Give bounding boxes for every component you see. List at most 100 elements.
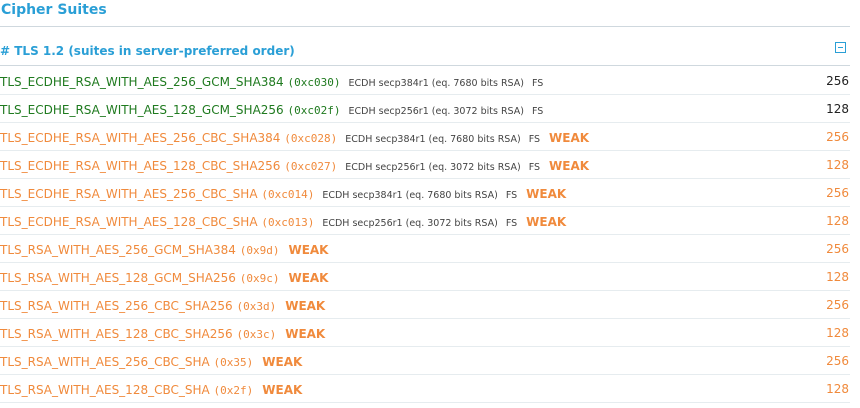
cipher-suite-row: TLS_ECDHE_RSA_WITH_AES_256_CBC_SHA384 (0… xyxy=(0,123,850,151)
cipher-suite-name: TLS_RSA_WITH_AES_128_CBC_SHA256 (0x3c) xyxy=(0,327,276,341)
cipher-strength-value: 128 xyxy=(826,102,849,116)
cipher-suite-row: TLS_RSA_WITH_AES_256_CBC_SHA (0x35) WEAK 2… xyxy=(0,347,850,375)
cipher-suite-info: TLS_RSA_WITH_AES_128_CBC_SHA (0x2f) WEAK xyxy=(0,381,302,399)
tls-version-label: # TLS 1.2 (suites in server-preferred or… xyxy=(0,44,295,58)
weak-badge: WEAK xyxy=(285,299,326,313)
cipher-suite-name: TLS_ECDHE_RSA_WITH_AES_256_CBC_SHA (0xc0… xyxy=(0,187,314,201)
weak-badge: WEAK xyxy=(288,243,329,257)
suite-name-text: TLS_RSA_WITH_AES_128_CBC_SHA xyxy=(0,383,210,397)
suite-hex-code: (0xc027) xyxy=(284,160,338,173)
forward-secrecy-label: FS xyxy=(505,190,518,201)
cipher-suite-row: TLS_ECDHE_RSA_WITH_AES_128_CBC_SHA256 (0… xyxy=(0,151,850,179)
ecdh-info: ECDH secp256r1 (eq. 3072 bits RSA) xyxy=(322,218,498,229)
cipher-suite-name: TLS_ECDHE_RSA_WITH_AES_128_CBC_SHA256 (0… xyxy=(0,159,337,173)
forward-secrecy-label: FS xyxy=(505,218,518,229)
cipher-suite-name: TLS_ECDHE_RSA_WITH_AES_128_CBC_SHA (0xc0… xyxy=(0,215,314,229)
weak-badge: WEAK xyxy=(262,383,303,397)
cipher-strength-value: 256 xyxy=(826,186,849,200)
suite-hex-code: (0xc014) xyxy=(261,188,315,201)
cipher-strength-value: 128 xyxy=(826,382,849,396)
cipher-suite-info: TLS_RSA_WITH_AES_128_CBC_SHA256 (0x3c) WE… xyxy=(0,325,325,343)
suite-name-text: TLS_RSA_WITH_AES_128_CBC_SHA256 xyxy=(0,327,233,341)
suite-hex-code: (0x35) xyxy=(213,356,254,369)
suite-name-text: TLS_ECDHE_RSA_WITH_AES_256_GCM_SHA384 xyxy=(0,75,284,89)
suite-name-text: TLS_ECDHE_RSA_WITH_AES_128_CBC_SHA xyxy=(0,215,258,229)
suite-hex-code: (0x9d) xyxy=(239,244,280,257)
cipher-strength-value: 256 xyxy=(826,74,849,88)
suite-name-text: TLS_ECDHE_RSA_WITH_AES_256_CBC_SHA384 xyxy=(0,131,281,145)
cipher-suite-info: TLS_RSA_WITH_AES_128_GCM_SHA256 (0x9c) WE… xyxy=(0,269,328,287)
cipher-suite-name: TLS_ECDHE_RSA_WITH_AES_256_CBC_SHA384 (0… xyxy=(0,131,337,145)
cipher-suite-row: TLS_RSA_WITH_AES_256_CBC_SHA256 (0x3d) WE… xyxy=(0,291,850,319)
section-title: Cipher Suites xyxy=(1,2,107,18)
cipher-suite-name: TLS_ECDHE_RSA_WITH_AES_256_GCM_SHA384 (0… xyxy=(0,75,341,89)
cipher-suite-name: TLS_RSA_WITH_AES_128_GCM_SHA256 (0x9c) xyxy=(0,271,279,285)
suite-name-text: TLS_ECDHE_RSA_WITH_AES_256_CBC_SHA xyxy=(0,187,258,201)
suite-hex-code: (0xc02f) xyxy=(287,104,341,117)
cipher-suite-row: TLS_RSA_WITH_AES_256_GCM_SHA384 (0x9d) WE… xyxy=(0,235,850,263)
cipher-suite-name: TLS_ECDHE_RSA_WITH_AES_128_GCM_SHA256 (0… xyxy=(0,103,341,117)
cipher-strength-value: 256 xyxy=(826,242,849,256)
cipher-suite-info: TLS_RSA_WITH_AES_256_CBC_SHA256 (0x3d) WE… xyxy=(0,297,325,315)
cipher-strength-value: 128 xyxy=(826,326,849,340)
cipher-suite-info: TLS_ECDHE_RSA_WITH_AES_128_CBC_SHA (0xc0… xyxy=(0,213,566,232)
cipher-strength-value: 128 xyxy=(826,214,849,228)
cipher-suite-info: TLS_ECDHE_RSA_WITH_AES_256_GCM_SHA384 (0… xyxy=(0,73,543,92)
weak-badge: WEAK xyxy=(549,131,590,145)
suite-name-text: TLS_ECDHE_RSA_WITH_AES_128_CBC_SHA256 xyxy=(0,159,281,173)
cipher-suite-list: TLS_ECDHE_RSA_WITH_AES_256_GCM_SHA384 (0… xyxy=(0,67,850,403)
cipher-strength-value: 256 xyxy=(826,130,849,144)
cipher-suite-info: TLS_ECDHE_RSA_WITH_AES_128_CBC_SHA256 (0… xyxy=(0,157,589,176)
weak-badge: WEAK xyxy=(262,355,303,369)
ecdh-info: ECDH secp384r1 (eq. 7680 bits RSA) xyxy=(348,78,524,89)
weak-badge: WEAK xyxy=(526,215,567,229)
suite-hex-code: (0x9c) xyxy=(239,272,280,285)
suite-hex-code: (0x3c) xyxy=(236,328,277,341)
cipher-suite-info: TLS_RSA_WITH_AES_256_CBC_SHA (0x35) WEAK xyxy=(0,353,302,371)
suite-name-text: TLS_RSA_WITH_AES_256_CBC_SHA xyxy=(0,355,210,369)
cipher-suite-row: TLS_ECDHE_RSA_WITH_AES_256_GCM_SHA384 (0… xyxy=(0,67,850,95)
suite-hex-code: (0xc013) xyxy=(261,216,315,229)
section-header: Cipher Suites xyxy=(0,0,850,27)
cipher-suite-name: TLS_RSA_WITH_AES_256_GCM_SHA384 (0x9d) xyxy=(0,243,279,257)
cipher-strength-value: 256 xyxy=(826,354,849,368)
ecdh-info: ECDH secp256r1 (eq. 3072 bits RSA) xyxy=(348,106,524,117)
forward-secrecy-label: FS xyxy=(528,162,541,173)
cipher-suite-name: TLS_RSA_WITH_AES_256_CBC_SHA (0x35) xyxy=(0,355,253,369)
forward-secrecy-label: FS xyxy=(528,134,541,145)
suite-name-text: TLS_RSA_WITH_AES_256_GCM_SHA384 xyxy=(0,243,236,257)
cipher-suite-info: TLS_ECDHE_RSA_WITH_AES_128_GCM_SHA256 (0… xyxy=(0,101,543,120)
collapse-icon[interactable] xyxy=(835,42,846,53)
suite-hex-code: (0x3d) xyxy=(236,300,277,313)
cipher-suite-info: TLS_RSA_WITH_AES_256_GCM_SHA384 (0x9d) WE… xyxy=(0,241,328,259)
cipher-suite-row: TLS_RSA_WITH_AES_128_GCM_SHA256 (0x9c) WE… xyxy=(0,263,850,291)
ecdh-info: ECDH secp256r1 (eq. 3072 bits RSA) xyxy=(345,162,521,173)
suite-hex-code: (0xc030) xyxy=(287,76,341,89)
ecdh-info: ECDH secp384r1 (eq. 7680 bits RSA) xyxy=(322,190,498,201)
ecdh-info: ECDH secp384r1 (eq. 7680 bits RSA) xyxy=(345,134,521,145)
cipher-suite-row: TLS_ECDHE_RSA_WITH_AES_128_CBC_SHA (0xc0… xyxy=(0,207,850,235)
forward-secrecy-label: FS xyxy=(531,78,544,89)
cipher-suite-row: TLS_RSA_WITH_AES_128_CBC_SHA (0x2f) WEAK 1… xyxy=(0,375,850,403)
forward-secrecy-label: FS xyxy=(531,106,544,117)
tls-version-header[interactable]: # TLS 1.2 (suites in server-preferred or… xyxy=(0,37,850,66)
cipher-strength-value: 128 xyxy=(826,270,849,284)
cipher-suite-row: TLS_ECDHE_RSA_WITH_AES_128_GCM_SHA256 (0… xyxy=(0,95,850,123)
suite-hex-code: (0x2f) xyxy=(213,384,254,397)
cipher-suite-row: TLS_ECDHE_RSA_WITH_AES_256_CBC_SHA (0xc0… xyxy=(0,179,850,207)
weak-badge: WEAK xyxy=(288,271,329,285)
weak-badge: WEAK xyxy=(285,327,326,341)
cipher-suite-info: TLS_ECDHE_RSA_WITH_AES_256_CBC_SHA384 (0… xyxy=(0,129,589,148)
cipher-suite-name: TLS_RSA_WITH_AES_256_CBC_SHA256 (0x3d) xyxy=(0,299,276,313)
cipher-suite-row: TLS_RSA_WITH_AES_128_CBC_SHA256 (0x3c) WE… xyxy=(0,319,850,347)
weak-badge: WEAK xyxy=(526,187,567,201)
cipher-suite-name: TLS_RSA_WITH_AES_128_CBC_SHA (0x2f) xyxy=(0,383,253,397)
weak-badge: WEAK xyxy=(549,159,590,173)
cipher-suite-info: TLS_ECDHE_RSA_WITH_AES_256_CBC_SHA (0xc0… xyxy=(0,185,566,204)
suite-name-text: TLS_RSA_WITH_AES_128_GCM_SHA256 xyxy=(0,271,236,285)
cipher-strength-value: 256 xyxy=(826,298,849,312)
suite-hex-code: (0xc028) xyxy=(284,132,338,145)
cipher-suites-page: Cipher Suites # TLS 1.2 (suites in serve… xyxy=(0,0,860,408)
cipher-strength-value: 128 xyxy=(826,158,849,172)
suite-name-text: TLS_RSA_WITH_AES_256_CBC_SHA256 xyxy=(0,299,233,313)
